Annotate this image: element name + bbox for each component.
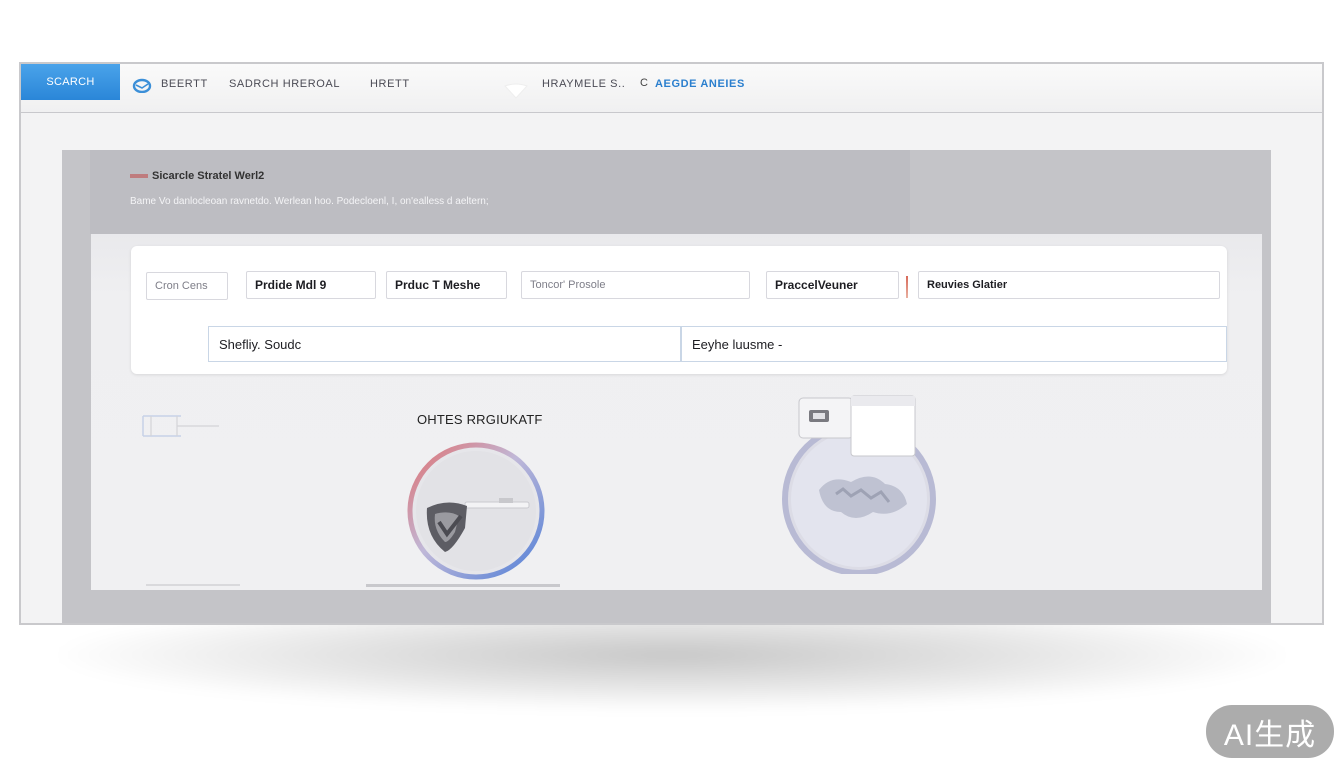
hero-subtitle: Bame Vo danlocleoan ravnetdo. Werlean ho… [130, 196, 489, 207]
hero-panel: Sicarcle Stratel Werl2 Bame Vo danlocleo… [62, 150, 1271, 623]
bottom-separator-left [146, 584, 240, 586]
nav-item-1[interactable]: BEERTT [161, 78, 208, 90]
filter-field-1[interactable]: Cron Cens [146, 272, 228, 300]
search-card: Cron Cens Prdide Mdl 9 Prduc T Meshe Ton… [131, 246, 1227, 374]
nav-item-2[interactable]: SADRCH HREROAL [229, 78, 340, 90]
nav-item-4[interactable]: HRAYMELE S.. [542, 78, 625, 90]
filter-field-2[interactable]: Prdide Mdl 9 [246, 271, 376, 299]
c-icon: C [640, 77, 648, 89]
filter-field-6[interactable]: Reuvies Glatier [918, 271, 1220, 299]
filter-field-3[interactable]: Prduc T Meshe [386, 271, 507, 299]
secondary-search-input[interactable]: Eeyhe luusme - [681, 326, 1227, 362]
ai-generated-watermark: AI生成 [1206, 705, 1334, 758]
list-bracket-icon [142, 415, 219, 437]
content-area: Cron Cens Prdide Mdl 9 Prduc T Meshe Ton… [91, 234, 1262, 590]
hero-title: Sicarcle Stratel Werl2 [130, 170, 264, 182]
refresh-icon[interactable] [132, 77, 152, 93]
primary-search-input[interactable]: Shefliy. Soudc [208, 326, 681, 362]
nav-item-3[interactable]: HRETT [370, 78, 410, 90]
top-navigation-bar: SCARCH BEERTT SADRCH HREROAL HRETT HRAYM… [21, 64, 1322, 113]
title-mark-icon [130, 174, 148, 179]
filter-field-4[interactable]: Toncor' Prosole [521, 271, 750, 299]
nav-item-5[interactable]: AEGDE ANEIES [655, 78, 745, 90]
filter-field-5[interactable]: PraccelVeuner [766, 271, 899, 299]
bottom-separator [366, 584, 560, 587]
app-window: SCARCH BEERTT SADRCH HREROAL HRETT HRAYM… [19, 62, 1324, 625]
heart-icon [504, 83, 528, 99]
shield-badge-icon [407, 442, 545, 580]
tab-search[interactable]: SCARCH [21, 64, 120, 100]
globe-map-icon [782, 395, 936, 574]
field-divider [906, 276, 908, 298]
card-heading: OHTES RRGIUKATF [417, 412, 543, 427]
hero-title-text: Sicarcle Stratel Werl2 [152, 170, 265, 182]
hero-header [90, 150, 910, 234]
